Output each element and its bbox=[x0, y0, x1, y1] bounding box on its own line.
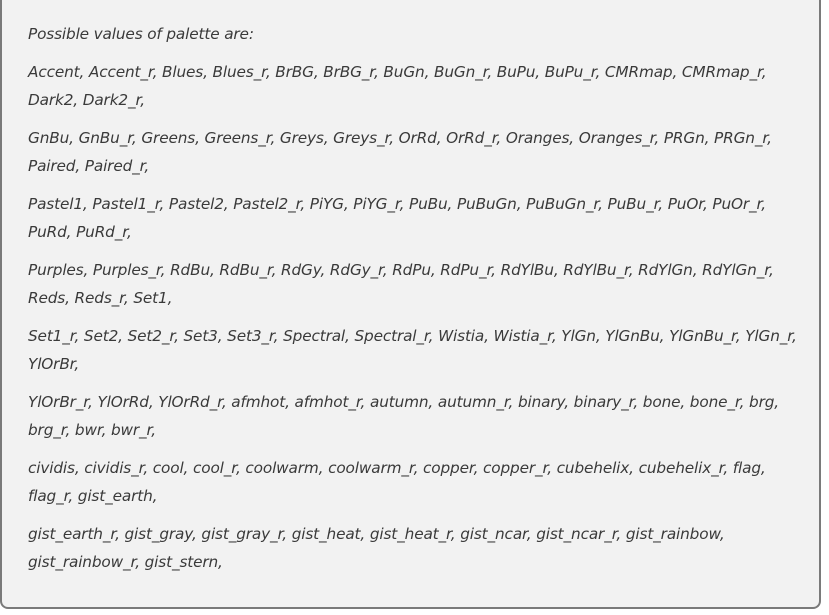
palette-line: Pastel1, Pastel1_r, Pastel2, Pastel2_r, … bbox=[28, 195, 766, 241]
palette-line: Set1_r, Set2, Set2_r, Set3, Set3_r, Spec… bbox=[28, 327, 797, 373]
palette-line: Purples, Purples_r, RdBu, RdBu_r, RdGy, … bbox=[28, 261, 774, 307]
palette-line: cividis, cividis_r, cool, cool_r, coolwa… bbox=[28, 459, 766, 505]
palette-line: gist_earth_r, gist_gray, gist_gray_r, gi… bbox=[28, 525, 725, 571]
intro-line: Possible values of palette are: bbox=[28, 25, 254, 43]
palette-line: YlOrBr_r, YlOrRd, YlOrRd_r, afmhot, afmh… bbox=[28, 393, 780, 439]
output-text: Possible values of palette are: Accent, … bbox=[28, 20, 803, 586]
output-panel: Possible values of palette are: Accent, … bbox=[0, 0, 821, 609]
palette-line: Accent, Accent_r, Blues, Blues_r, BrBG, … bbox=[28, 63, 767, 109]
palette-line: GnBu, GnBu_r, Greens, Greens_r, Greys, G… bbox=[28, 129, 772, 175]
